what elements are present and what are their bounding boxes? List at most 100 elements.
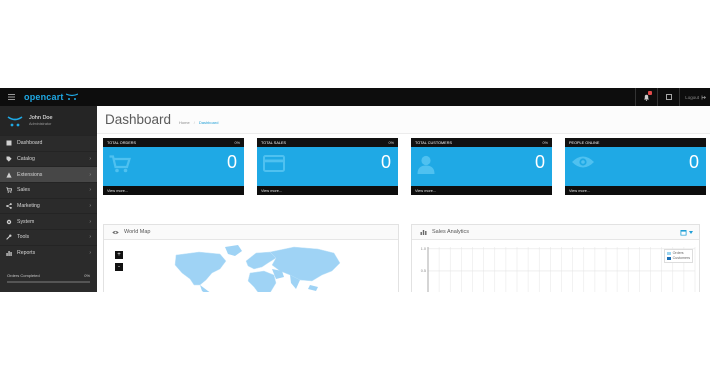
sidebar-item-label: System [17, 218, 35, 225]
sidebar-item-label: Dashboard [17, 140, 43, 147]
eye-icon [571, 155, 595, 174]
home-icon [665, 94, 672, 100]
tile-view-more-link[interactable]: View more... [257, 186, 398, 195]
bar-chart-icon [420, 230, 427, 235]
progress-label: Orders Completed [7, 272, 40, 278]
tile-view-more-link[interactable]: View more... [411, 186, 552, 195]
y-tick-label: 1.0 [421, 247, 426, 251]
cog-icon [6, 219, 12, 225]
tile-percent-badge: 0% [388, 140, 395, 145]
top-header: opencart Logout [0, 88, 710, 106]
avatar [7, 115, 23, 126]
menu-toggle-button[interactable] [0, 88, 22, 106]
chart-legend: Orders Customers [663, 249, 693, 263]
tile-value: 0 [380, 152, 391, 172]
logout-label: Logout [685, 94, 699, 100]
tile-title: TOTAL SALES [261, 140, 287, 145]
credit-card-icon [263, 155, 285, 177]
tile-header: TOTAL ORDERS 0% [103, 138, 244, 147]
alert-badge [648, 91, 653, 95]
tile-total-orders: TOTAL ORDERS 0% 0 View more... [103, 138, 244, 195]
tile-title: TOTAL ORDERS [107, 140, 137, 145]
y-tick-label: 0.0 [421, 291, 426, 292]
sales-analytics-title: Sales Analytics [432, 229, 469, 235]
tile-total-sales: TOTAL SALES 0% 0 View more... [257, 138, 398, 195]
user-role: Administrator [29, 121, 52, 126]
tile-value: 0 [226, 152, 237, 172]
legend-swatch [666, 257, 671, 260]
tile-body: 0 [411, 147, 552, 186]
tile-view-more-link[interactable]: View more... [565, 186, 706, 195]
share-icon [6, 203, 12, 209]
sidebar-item-sales[interactable]: Sales › [0, 182, 97, 198]
sidebar-item-marketing[interactable]: Marketing › [0, 197, 97, 214]
page-header: Dashboard Home / Dashboard [97, 106, 710, 134]
breadcrumb-separator: / [193, 120, 195, 125]
sidebar-item-label: Marketing [17, 203, 40, 210]
sidebar-item-extensions[interactable]: Extensions › [0, 166, 97, 183]
tile-header: TOTAL SALES 0% [257, 138, 398, 147]
dashboard-icon [6, 140, 12, 146]
chevron-right-icon: › [89, 218, 91, 225]
map-land [174, 245, 341, 292]
tile-body: 0 [103, 147, 244, 186]
logout-link[interactable]: Logout [679, 88, 710, 106]
sales-analytics-panel: Sales Analytics 1.0 0.5 0.0 Orders Custo… [411, 224, 700, 292]
sign-out-icon [701, 95, 706, 99]
logo-cart-icon [65, 93, 78, 100]
tile-title: TOTAL CUSTOMERS [415, 140, 452, 145]
tile-total-customers: TOTAL CUSTOMERS 0% 0 View more... [411, 138, 552, 195]
progress-track [7, 280, 90, 283]
tile-value: 0 [534, 152, 545, 172]
page-title: Dashboard [105, 112, 172, 127]
user-icon [417, 155, 435, 179]
shopping-cart-icon [109, 155, 131, 178]
tile-percent-badge: 0% [542, 140, 549, 145]
tile-title: PEOPLE ONLINE [569, 140, 600, 145]
sidebar-item-label: Sales [17, 187, 30, 194]
orders-completed-progress: Orders Completed 0% [7, 273, 90, 283]
tile-view-more-link[interactable]: View more... [103, 186, 244, 195]
tile-header: TOTAL CUSTOMERS 0% [411, 138, 552, 147]
sales-analytics-header: Sales Analytics [412, 225, 699, 240]
legend-item-customers: Customers [666, 256, 690, 261]
sidebar-item-dashboard[interactable]: Dashboard [0, 135, 97, 151]
sales-chart: 1.0 0.5 0.0 [421, 247, 696, 292]
sidebar-item-tools[interactable]: Tools › [0, 229, 97, 245]
main-content: Dashboard Home / Dashboard TOTAL ORDERS 0… [97, 106, 710, 292]
chevron-right-icon: › [89, 203, 91, 210]
sidebar-item-label: Extensions [17, 171, 43, 178]
opencart-logo[interactable]: opencart [24, 92, 78, 102]
sidebar-item-reports[interactable]: Reports › [0, 244, 97, 261]
date-range-dropdown[interactable] [680, 229, 693, 236]
wrench-icon [6, 234, 12, 241]
legend-swatch [666, 252, 671, 255]
calendar-icon [680, 229, 687, 235]
tile-value: 0 [688, 152, 699, 172]
breadcrumb-dashboard[interactable]: Dashboard [199, 120, 219, 125]
sidebar-item-system[interactable]: System › [0, 213, 97, 229]
sidebar-item-label: Tools [17, 234, 30, 241]
chevron-right-icon: › [89, 234, 91, 241]
puzzle-icon [6, 172, 12, 178]
alerts-button[interactable] [635, 88, 657, 106]
chevron-right-icon: › [89, 250, 91, 257]
store-button[interactable] [657, 88, 679, 106]
legend-label: Customers [672, 256, 690, 260]
sidebar-item-label: Reports [17, 250, 36, 257]
y-tick-label: 0.5 [421, 269, 426, 273]
tile-people-online: PEOPLE ONLINE 0 View more... [565, 138, 706, 195]
bar-chart-icon [6, 250, 12, 257]
tile-header: PEOPLE ONLINE [565, 138, 706, 147]
sidebar-item-catalog[interactable]: Catalog › [0, 150, 97, 167]
caret-down-icon [689, 230, 693, 234]
breadcrumb: Home / Dashboard [179, 120, 218, 127]
chevron-right-icon: › [89, 156, 91, 163]
sidebar-item-label: Catalog [17, 156, 35, 163]
tag-icon [6, 156, 12, 162]
world-map[interactable] [104, 225, 399, 292]
hamburger-icon [7, 94, 15, 100]
breadcrumb-home[interactable]: Home [179, 120, 190, 125]
chevron-right-icon: › [89, 171, 91, 178]
user-profile[interactable]: John Doe Administrator [0, 106, 97, 135]
